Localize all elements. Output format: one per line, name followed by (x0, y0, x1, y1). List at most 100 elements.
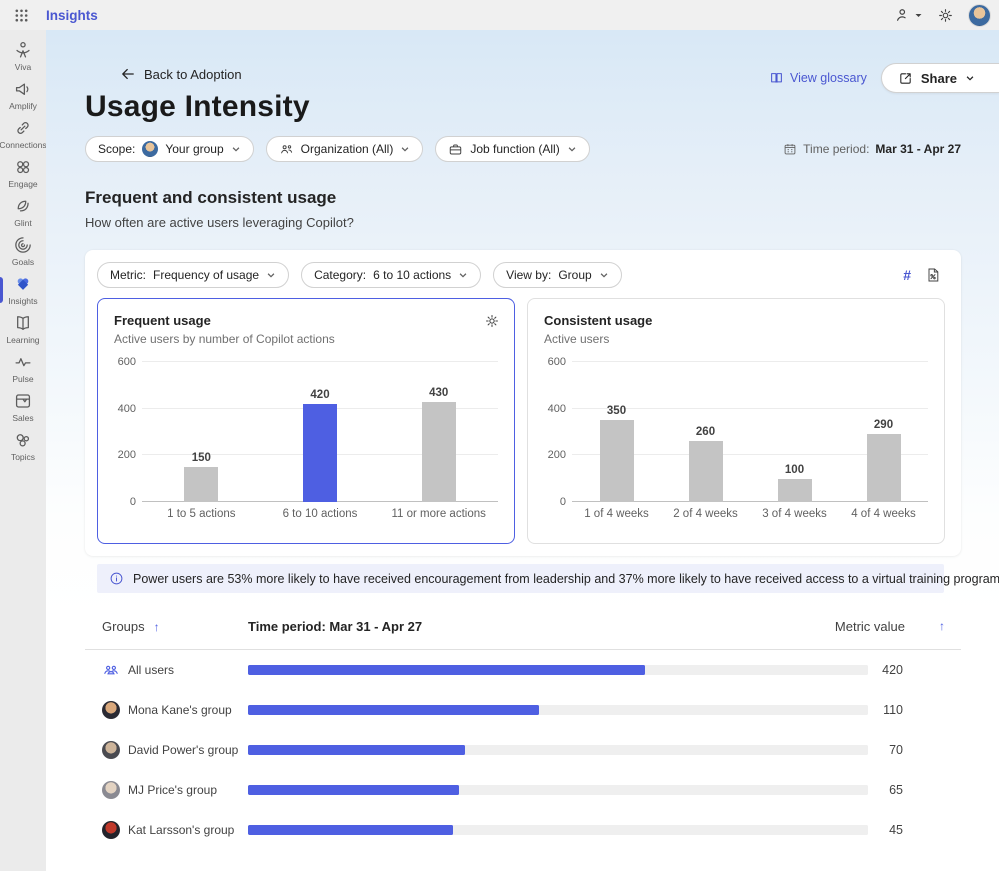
bar-1-of-4-weeks[interactable] (599, 420, 634, 502)
bar-chart-plot: 150 420 430 (142, 361, 498, 502)
people-icon (279, 142, 294, 157)
x-axis-category-label: 3 of 4 weeks (762, 508, 827, 520)
column-header-groups[interactable]: Groups ↑ (102, 619, 160, 634)
bar-value-label: 290 (873, 419, 894, 432)
sidebar-item-insights[interactable]: Insights (0, 270, 46, 309)
group-name: Mona Kane's group (128, 703, 232, 717)
x-axis-category-label: 4 of 4 weeks (851, 508, 916, 520)
y-axis-tick: 0 (559, 496, 566, 508)
sidebar-item-learning[interactable]: Learning (0, 309, 46, 348)
sales-icon (12, 390, 34, 412)
sidebar-item-pulse[interactable]: Pulse (0, 348, 46, 387)
bar-2-of-4-weeks[interactable] (688, 441, 723, 502)
group-name: Kat Larsson's group (128, 823, 235, 837)
scope-pill-organization-all-[interactable]: Organization (All) (265, 136, 424, 162)
consistent-usage-chart-card[interactable]: Consistent usage Active users 0 200 400 600… (527, 298, 945, 544)
share-icon (898, 71, 913, 86)
metric-bar-fill (248, 745, 465, 755)
time-period-control[interactable]: Time period: Mar 31 - Apr 27 (783, 142, 961, 156)
bar-value-label: 100 (784, 463, 805, 476)
amplify-icon (12, 78, 34, 100)
banner-text: Power users are 53% more likely to have … (133, 571, 999, 586)
sidebar-item-glint[interactable]: Glint (0, 192, 46, 231)
sidebar: Viva Amplify Connections Engage Glint Goals In… (0, 30, 47, 871)
metric-value: 70 (889, 743, 903, 757)
app-launcher-waffle-icon[interactable] (6, 0, 36, 30)
table-row-david-power-s-group[interactable]: David Power's group 70 (85, 730, 961, 770)
bar-1-to-5-actions[interactable] (184, 467, 219, 502)
table-row-kat-larsson-s-group[interactable]: Kat Larsson's group 45 (85, 810, 961, 850)
share-button[interactable]: Share (880, 63, 999, 93)
y-axis-tick: 200 (547, 449, 566, 462)
metric-value: 45 (889, 823, 903, 837)
top-bar: Insights (0, 0, 999, 30)
y-axis-tick: 0 (129, 496, 136, 508)
bar-value-label: 350 (606, 405, 627, 418)
sidebar-item-engage[interactable]: Engage (0, 153, 46, 192)
scope-pill-job-function-all-[interactable]: Job function (All) (435, 136, 590, 162)
presence-person-icon[interactable] (894, 6, 923, 24)
usage-metrics-card: Metric: Frequency of usage Category: 6 to 1… (85, 250, 961, 556)
chart-settings-gear-icon[interactable] (484, 313, 500, 334)
sidebar-item-goals[interactable]: Goals (0, 231, 46, 270)
bar-3-of-4-weeks[interactable] (777, 478, 812, 502)
sidebar-item-sales[interactable]: Sales (0, 387, 46, 426)
table-row-all-users[interactable]: All users 420 (85, 650, 961, 690)
y-axis-tick: 400 (117, 402, 136, 415)
x-axis-category-label: 6 to 10 actions (282, 508, 358, 520)
y-axis-tick: 600 (117, 356, 136, 368)
metric-pill-category[interactable]: Category: 6 to 10 actions (301, 262, 482, 288)
user-avatar[interactable] (968, 3, 991, 27)
metric-bar-track (248, 745, 868, 755)
groups-table: Groups ↑ Time period: Mar 31 - Apr 27 Me… (85, 617, 961, 850)
group-name: All users (128, 663, 175, 677)
metric-value: 420 (882, 663, 903, 677)
sidebar-item-topics[interactable]: Topics (0, 426, 46, 465)
app-title[interactable]: Insights (46, 8, 98, 23)
bar-value-label: 260 (695, 426, 716, 439)
all-users-group-icon (102, 661, 120, 679)
sort-ascending-icon[interactable]: ↑ (939, 619, 945, 633)
chart-subtitle: Active users by number of Copilot action… (114, 332, 335, 346)
group-avatar (102, 781, 120, 799)
y-axis-tick: 400 (547, 402, 566, 415)
metric-bar-fill (248, 825, 453, 835)
sidebar-item-amplify[interactable]: Amplify (0, 75, 46, 114)
x-axis-category-label: 1 to 5 actions (167, 508, 236, 520)
x-axis-category-label: 1 of 4 weeks (584, 508, 649, 520)
briefcase-icon (448, 142, 463, 157)
percent-view-toggle-icon[interactable] (925, 267, 941, 283)
table-row-mj-price-s-group[interactable]: MJ Price's group 65 (85, 770, 961, 810)
settings-gear-icon[interactable] (937, 7, 954, 24)
bar-4-of-4-weeks[interactable] (866, 434, 901, 502)
info-icon (109, 571, 124, 586)
number-view-toggle-icon[interactable]: # (903, 267, 911, 283)
sidebar-item-viva[interactable]: Viva (0, 36, 46, 75)
glint-icon (12, 195, 34, 217)
pulse-icon (12, 351, 34, 373)
group-name: David Power's group (128, 743, 239, 757)
group-name: MJ Price's group (128, 783, 217, 797)
metric-pill-viewby[interactable]: View by: Group (493, 262, 622, 288)
bar-6-to-10-actions[interactable] (303, 404, 337, 502)
metric-pill-metric[interactable]: Metric: Frequency of usage (97, 262, 290, 288)
metric-bar-fill (248, 705, 540, 715)
frequent-usage-chart-card[interactable]: Frequent usage Active users by number of… (97, 298, 515, 544)
x-axis-category-label: 2 of 4 weeks (673, 508, 738, 520)
bar-value-label: 430 (429, 386, 449, 399)
sidebar-item-connections[interactable]: Connections (0, 114, 47, 153)
learning-icon (12, 312, 34, 334)
chart-title: Frequent usage (114, 313, 211, 328)
book-icon (769, 71, 784, 86)
insight-banner: Power users are 53% more likely to have … (97, 564, 999, 593)
metric-bar-track (248, 825, 868, 835)
column-header-metric-value[interactable]: Metric value (835, 619, 905, 634)
metric-value: 65 (889, 783, 903, 797)
group-avatar (102, 741, 120, 759)
goals-icon (12, 234, 34, 256)
view-glossary-link[interactable]: View glossary (769, 71, 867, 86)
scope-pill-your-group[interactable]: Scope: Your group (85, 136, 254, 162)
bar-11-or-more-actions[interactable] (421, 401, 456, 502)
table-row-mona-kane-s-group[interactable]: Mona Kane's group 110 (85, 690, 961, 730)
metric-bar-track (248, 785, 868, 795)
